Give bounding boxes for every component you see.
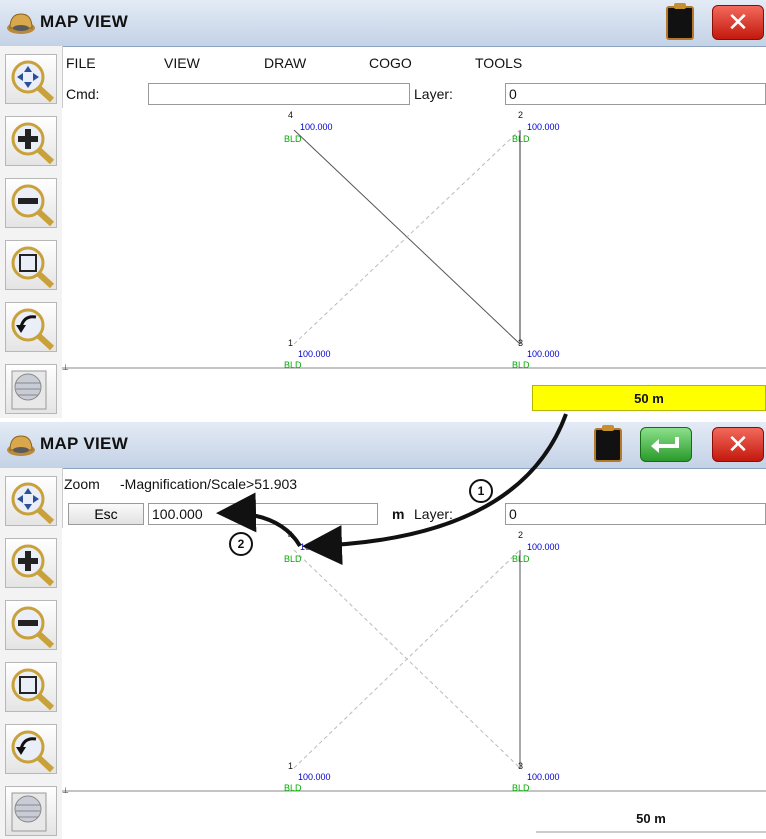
unit-label: m (392, 506, 405, 522)
zoom-out-icon (11, 606, 55, 649)
point-id-3: 3 (518, 338, 523, 348)
prompt-text: -Magnification/Scale>51.903 (120, 476, 298, 492)
layer-input[interactable]: 0 (505, 83, 766, 105)
zoom-out-icon (11, 184, 55, 227)
zoom-window-icon (11, 246, 55, 289)
window-title: MAP VIEW (40, 12, 129, 31)
zoom-window-button[interactable] (5, 240, 57, 290)
pan-zoom-button[interactable] (5, 54, 57, 104)
close-icon: ✕ (727, 7, 749, 37)
scale-bar-highlighted[interactable]: 50 m (532, 385, 766, 411)
map-view-window-bottom: MAP VIEW ✕ Zoom -Magnification/Scale>51.… (0, 422, 766, 839)
menu-draw[interactable]: DRAW (264, 55, 306, 71)
zoom-previous-icon (11, 730, 55, 773)
menu-file[interactable]: FILE (66, 55, 96, 71)
map-drawing: ⊥ 4 100.000 BLD 2 100.000 BLD 1 100.000 … (62, 530, 766, 833)
zoom-in-icon (11, 122, 55, 165)
zoom-previous-icon (11, 308, 55, 351)
point-elev-1: 100.000 (298, 349, 331, 359)
esc-button[interactable]: Esc (68, 503, 144, 525)
zoom-window-icon (11, 668, 55, 711)
enter-button[interactable] (640, 427, 692, 462)
cmd-input[interactable] (148, 83, 410, 105)
point-code-1: BLD (284, 360, 302, 370)
point-code-3: BLD (512, 783, 530, 793)
layers-button[interactable] (5, 364, 57, 414)
point-id-2: 2 (518, 530, 523, 540)
zoom-window-button[interactable] (5, 662, 57, 712)
point-id-3: 3 (518, 761, 523, 771)
point-elev-2: 100.000 (527, 122, 560, 132)
point-elev-1: 100.000 (298, 772, 331, 782)
title-bar: MAP VIEW ✕ (0, 422, 766, 469)
layers-button[interactable] (5, 786, 57, 836)
window-title: MAP VIEW (40, 434, 129, 453)
point-elev-4: 100.000 (300, 122, 333, 132)
scale-input[interactable]: 100.000 (148, 503, 378, 525)
close-icon: ✕ (727, 429, 749, 459)
map-view-window-top: MAP VIEW ✕ FILE VIEW DRAW COGO TOOLS Cmd… (0, 0, 766, 418)
scale-bar[interactable]: 50 m (536, 806, 766, 832)
zoom-in-icon (11, 544, 55, 587)
zoom-out-button[interactable] (5, 600, 57, 650)
point-elev-2: 100.000 (527, 542, 560, 552)
zoom-previous-button[interactable] (5, 302, 57, 352)
point-code-4: BLD (284, 134, 302, 144)
layer-label: Layer: (414, 86, 453, 102)
point-elev-3: 100.000 (527, 772, 560, 782)
command-row: Cmd: Layer: 0 (62, 82, 766, 108)
close-button[interactable]: ✕ (712, 5, 764, 40)
layer-label: Layer: (414, 506, 453, 522)
point-id-4: 4 (288, 110, 293, 120)
map-toolbar (0, 468, 63, 839)
keyboard-button[interactable] (594, 425, 622, 462)
menu-view[interactable]: VIEW (164, 55, 200, 71)
point-code-2: BLD (512, 134, 530, 144)
point-code-2: BLD (512, 554, 530, 564)
prompt-label: Zoom (64, 476, 100, 492)
zoom-out-button[interactable] (5, 178, 57, 228)
cmd-label: Cmd: (66, 86, 100, 102)
pan-zoom-icon (11, 482, 55, 525)
point-id-2: 2 (518, 110, 523, 120)
map-canvas-bottom[interactable]: ⊥ 4 100.000 BLD 2 100.000 BLD 1 100.000 … (62, 528, 766, 839)
close-button[interactable]: ✕ (712, 427, 764, 462)
layer-input[interactable]: 0 (505, 503, 766, 525)
point-code-4: BLD (284, 554, 302, 564)
pan-zoom-icon (11, 60, 55, 103)
menu-bar: FILE VIEW DRAW COGO TOOLS (62, 46, 766, 80)
zoom-in-button[interactable] (5, 116, 57, 166)
point-elev-4: 100.000 (300, 542, 333, 552)
origin-marker: ⊥ (62, 786, 69, 795)
menu-tools[interactable]: TOOLS (475, 55, 522, 71)
zoom-previous-button[interactable] (5, 724, 57, 774)
point-code-1: BLD (284, 783, 302, 793)
title-bar: MAP VIEW ✕ (0, 0, 766, 47)
layers-icon (11, 370, 47, 410)
point-id-1: 1 (288, 761, 293, 771)
map-canvas-top[interactable]: ⊥ 4 100.000 BLD 2 100.000 BLD 1 100.000 … (62, 108, 766, 418)
origin-marker: ⊥ (62, 363, 69, 372)
zoom-input-row: Esc 100.000 m Layer: 0 (62, 502, 766, 528)
menu-cogo[interactable]: COGO (369, 55, 412, 71)
map-toolbar (0, 46, 63, 418)
hardhat-icon (7, 435, 35, 456)
keyboard-button[interactable] (666, 3, 694, 40)
zoom-prompt-row: Zoom -Magnification/Scale>51.903 (62, 474, 766, 500)
pan-zoom-button[interactable] (5, 476, 57, 526)
map-drawing: ⊥ 4 100.000 BLD 2 100.000 BLD 1 100.000 … (62, 110, 766, 372)
hardhat-icon (7, 13, 35, 34)
point-id-1: 1 (288, 338, 293, 348)
enter-icon (651, 437, 679, 453)
zoom-in-button[interactable] (5, 538, 57, 588)
point-id-4: 4 (288, 530, 293, 540)
point-code-3: BLD (512, 360, 530, 370)
layers-icon (11, 792, 47, 832)
point-elev-3: 100.000 (527, 349, 560, 359)
